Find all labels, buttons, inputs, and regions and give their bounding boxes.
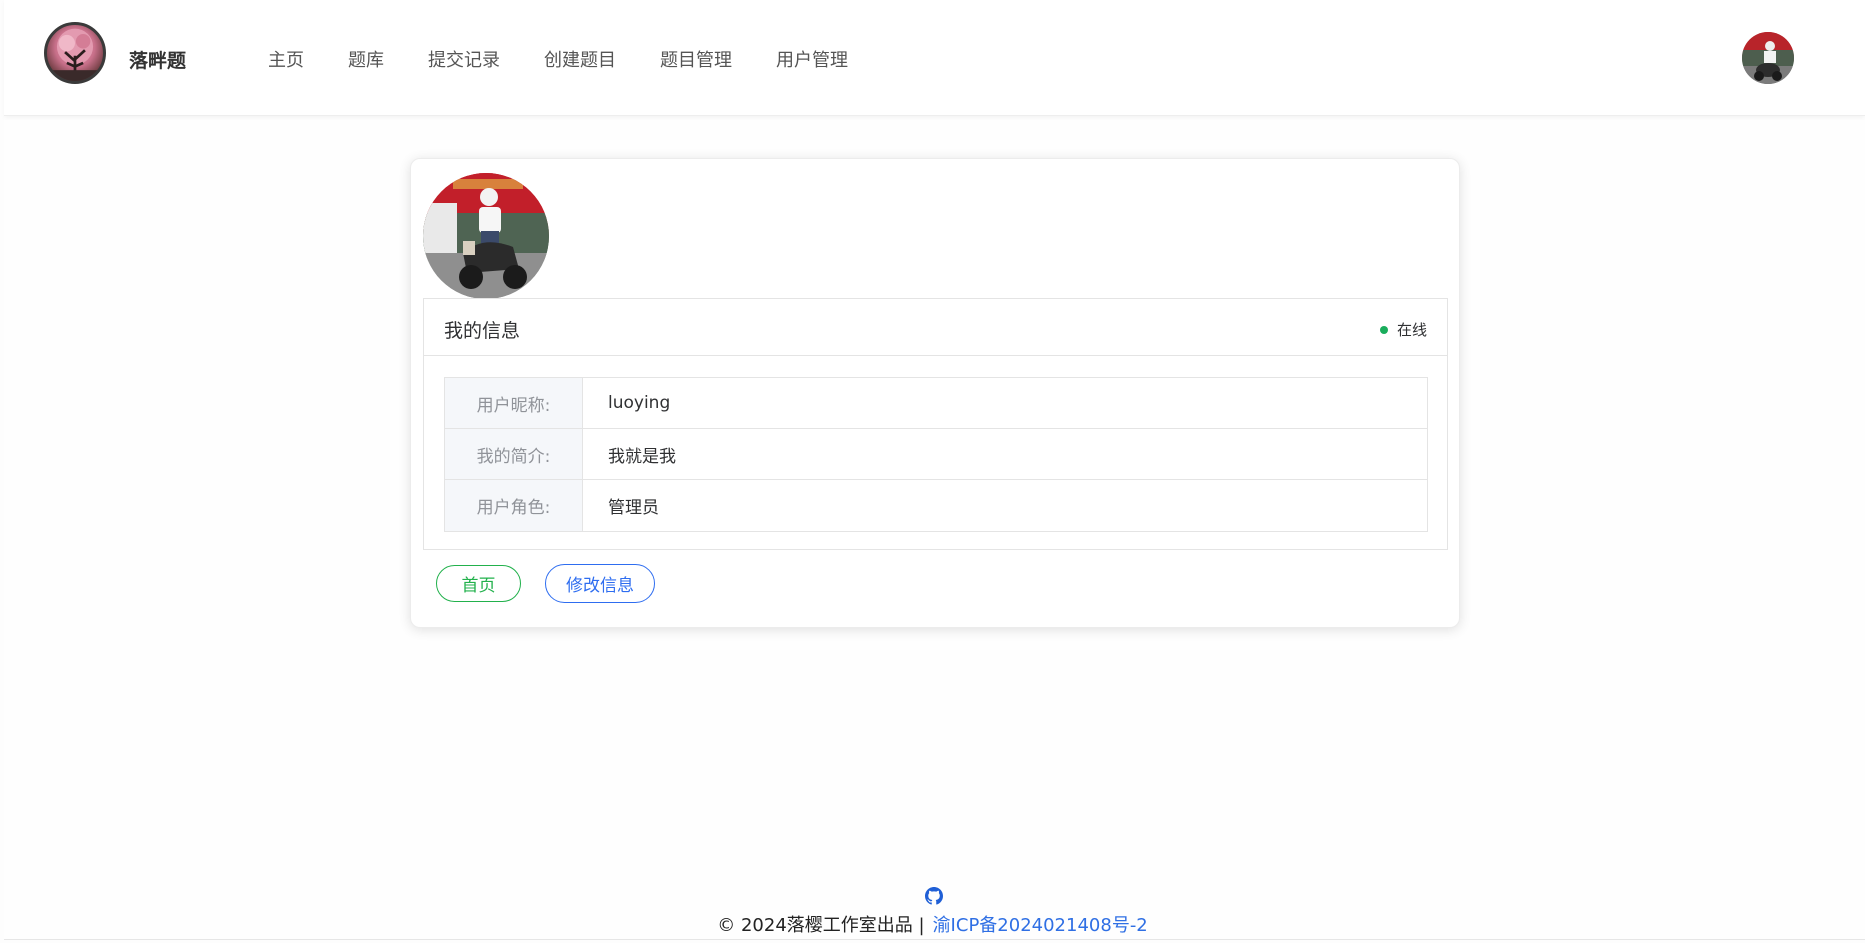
scooter-rider-photo (1742, 32, 1794, 84)
nav-create-problem[interactable]: 创建题目 (544, 46, 616, 72)
bio-label: 我的简介: (445, 429, 583, 479)
cherry-tree-icon (47, 28, 103, 81)
main-nav: 主页 题库 提交记录 创建题目 题目管理 用户管理 (268, 46, 892, 72)
user-info-table: 用户昵称: luoying 我的简介: 我就是我 用户角色: 管理员 (444, 377, 1428, 532)
github-icon[interactable] (925, 887, 943, 905)
nav-submissions[interactable]: 提交记录 (428, 46, 500, 72)
info-panel-title: 我的信息 (444, 320, 521, 342)
table-row: 我的简介: 我就是我 (445, 429, 1427, 480)
profile-card: 我的信息 在线 用户昵称: luoying 我的简介: 我就是我 用户角色: 管… (410, 158, 1460, 628)
home-button[interactable]: 首页 (436, 565, 521, 602)
bio-value: 我就是我 (608, 446, 676, 467)
status-dot-icon (1379, 325, 1388, 334)
user-avatar[interactable] (1742, 32, 1794, 84)
nickname-value: luoying (608, 393, 671, 413)
role-value: 管理员 (608, 498, 659, 518)
icp-link[interactable]: 渝ICP备2024021408号-2 (933, 915, 1148, 936)
nickname-label: 用户昵称: (445, 378, 583, 428)
online-status: 在线 (1379, 319, 1427, 340)
logo[interactable] (44, 22, 106, 84)
table-row: 用户角色: 管理员 (445, 480, 1427, 531)
edit-info-button[interactable]: 修改信息 (545, 564, 655, 603)
status-label: 在线 (1396, 321, 1427, 339)
scooter-rider-photo (423, 173, 549, 299)
nav-problem-management[interactable]: 题目管理 (660, 46, 732, 72)
info-panel-header: 我的信息 在线 (424, 299, 1447, 356)
top-header: 落畔题 主页 题库 提交记录 创建题目 题目管理 用户管理 (4, 0, 1865, 116)
brand-name[interactable]: 落畔题 (129, 46, 186, 73)
nav-home[interactable]: 主页 (268, 46, 304, 72)
info-panel: 我的信息 在线 用户昵称: luoying 我的简介: 我就是我 用户角色: 管… (423, 298, 1448, 550)
copyright-text: © 2024落樱工作室出品 | (717, 915, 925, 936)
footer: © 2024落樱工作室出品 | 渝ICP备2024021408号-2 (0, 911, 1865, 937)
nav-problem-bank[interactable]: 题库 (348, 46, 384, 72)
nav-user-management[interactable]: 用户管理 (776, 46, 848, 72)
table-row: 用户昵称: luoying (445, 378, 1427, 429)
role-label: 用户角色: (445, 480, 583, 531)
profile-avatar[interactable] (423, 173, 549, 299)
